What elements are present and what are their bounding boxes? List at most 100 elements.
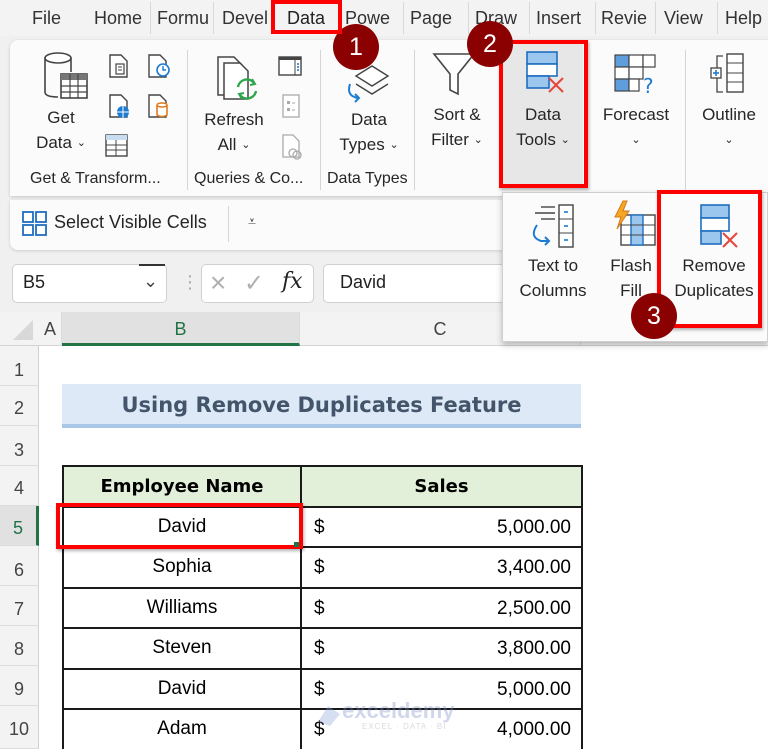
recent-sources-icon[interactable] xyxy=(146,53,172,79)
cell-name[interactable]: David xyxy=(62,667,302,710)
cell-sales[interactable]: $3,800.00 xyxy=(300,627,583,670)
cell-sales[interactable]: $2,500.00 xyxy=(300,586,583,629)
existing-connections-icon[interactable] xyxy=(146,93,172,119)
select-visible-cells-icon xyxy=(22,211,48,237)
cell-name[interactable]: Steven xyxy=(62,627,302,670)
highlight-data-tools xyxy=(499,40,588,188)
chevron-down-icon: ⌄ xyxy=(473,134,483,147)
table-row: Sophia $3,400.00 xyxy=(62,546,583,589)
tab-file[interactable]: File xyxy=(28,4,72,32)
row-header-9[interactable]: 9 xyxy=(0,666,39,706)
refresh-all-button[interactable]: Refresh All ⌄ xyxy=(199,107,269,158)
formula-bar-grip-icon[interactable]: ⋮ xyxy=(181,272,199,293)
currency-symbol: $ xyxy=(314,557,325,578)
row-header-2[interactable]: 2 xyxy=(0,386,39,426)
row-header-8[interactable]: 8 xyxy=(0,626,39,666)
sales-amount: 3,400.00 xyxy=(497,557,571,578)
qat-divider xyxy=(228,206,229,242)
sales-amount: 3,800.00 xyxy=(497,638,571,659)
step-badge-2: 2 xyxy=(467,21,513,67)
excel-window: File Home Formu Devel Data Powe Page Dra… xyxy=(0,0,768,749)
tab-review[interactable]: Revie xyxy=(597,4,651,32)
row-header-4[interactable]: 4 xyxy=(0,466,39,506)
select-all-corner[interactable] xyxy=(0,312,39,346)
customize-qat-icon[interactable]: ⩡ xyxy=(248,213,256,230)
currency-symbol: $ xyxy=(314,638,325,659)
flash-fill-icon xyxy=(607,199,657,249)
currency-symbol: $ xyxy=(314,678,325,700)
queries-connections-pane-icon[interactable] xyxy=(277,55,303,79)
from-table-range-icon[interactable] xyxy=(104,133,130,159)
forecast-button[interactable]: Forecast ⌄ xyxy=(597,102,675,153)
outline-icon xyxy=(709,52,749,98)
enter-icon[interactable]: ✓ xyxy=(244,268,264,300)
from-web-icon[interactable] xyxy=(107,93,133,119)
sales-amount: 5,000.00 xyxy=(497,678,571,700)
column-header-b[interactable]: B xyxy=(62,312,300,346)
row-header-1[interactable]: 1 xyxy=(0,346,39,386)
forecast-icon: ? xyxy=(613,53,663,99)
cell-sales[interactable]: $5,000.00 xyxy=(300,505,583,548)
row-header-10[interactable]: 10 xyxy=(0,706,39,749)
cell-sales[interactable]: $3,400.00 xyxy=(300,546,583,589)
group-label-data-types: Data Types xyxy=(327,170,408,187)
row-header-6[interactable]: 6 xyxy=(0,546,39,586)
column-header-a[interactable]: A xyxy=(39,312,62,346)
row-header-5[interactable]: 5 xyxy=(0,506,39,546)
chevron-down-icon: ⌄ xyxy=(389,139,399,152)
get-data-button[interactable]: Get Data ⌄ xyxy=(30,105,92,156)
sales-amount: 5,000.00 xyxy=(497,516,571,538)
ribbon-tab-bar: File Home Formu Devel Data Powe Page Dra… xyxy=(0,0,768,36)
sort-filter-button[interactable]: Sort & Filter ⌄ xyxy=(424,102,490,153)
table-header-row: Employee Name Sales xyxy=(62,465,583,508)
name-box[interactable]: B5 ⌄ xyxy=(12,264,167,303)
select-visible-cells-button[interactable]: Select Visible Cells xyxy=(54,212,207,233)
sales-amount: 2,500.00 xyxy=(497,597,571,619)
properties-icon[interactable] xyxy=(281,93,301,119)
edit-links-icon[interactable] xyxy=(280,133,304,161)
tab-formulas[interactable]: Formu xyxy=(153,4,211,32)
svg-text:?: ? xyxy=(643,74,654,98)
currency-symbol: $ xyxy=(314,597,325,619)
sheet-title: Using Remove Duplicates Feature xyxy=(62,384,581,428)
fill-handle[interactable] xyxy=(294,542,299,547)
name-box-value: B5 xyxy=(23,272,46,292)
formula-value: David xyxy=(340,272,387,292)
text-to-columns-button[interactable]: Text to Columns xyxy=(513,253,593,303)
group-label-get-transform: Get & Transform... xyxy=(30,170,161,187)
chevron-down-icon: ⌄ xyxy=(724,134,734,147)
tab-insert[interactable]: Insert xyxy=(532,4,594,32)
watermark-tagline: EXCEL · DATA · BI xyxy=(362,722,447,731)
formula-controls: × ✓ fx xyxy=(201,264,314,303)
row-header-7[interactable]: 7 xyxy=(0,586,39,626)
tab-view[interactable]: View xyxy=(660,4,712,32)
chevron-down-icon: ⌄ xyxy=(631,134,641,147)
cell-name[interactable]: Williams xyxy=(62,586,302,629)
header-employee-name[interactable]: Employee Name xyxy=(62,465,302,508)
table-row: Steven $3,800.00 xyxy=(62,627,583,670)
chevron-down-icon: ⌄ xyxy=(76,137,86,150)
tab-developer[interactable]: Devel xyxy=(218,4,274,32)
insert-function-icon[interactable]: fx xyxy=(282,269,303,294)
chevron-down-icon: ⌄ xyxy=(241,139,251,152)
text-to-columns-icon xyxy=(529,203,577,251)
header-sales[interactable]: Sales xyxy=(300,465,583,508)
step-badge-3: 3 xyxy=(631,293,677,339)
tab-page-layout[interactable]: Page xyxy=(406,4,464,32)
watermark-brand: exceldemy xyxy=(342,698,455,723)
row-header-3[interactable]: 3 xyxy=(0,426,39,466)
currency-symbol: $ xyxy=(314,516,325,538)
sales-amount: 4,000.00 xyxy=(497,719,571,740)
outline-button[interactable]: Outline ⌄ xyxy=(694,102,764,153)
data-types-button[interactable]: Data Types ⌄ xyxy=(334,107,404,158)
cell-name[interactable]: Adam xyxy=(62,708,302,749)
table-row: Williams $2,500.00 xyxy=(62,586,583,629)
name-box-chevron-icon[interactable]: ⌄ xyxy=(143,271,158,292)
group-label-queries-connections: Queries & Co... xyxy=(194,170,304,187)
watermark-logo-icon xyxy=(318,706,340,726)
tab-home[interactable]: Home xyxy=(90,4,148,32)
tab-help[interactable]: Help xyxy=(721,4,768,32)
cell-name[interactable]: Sophia xyxy=(62,546,302,589)
cancel-icon[interactable]: × xyxy=(210,267,226,299)
from-text-csv-icon[interactable] xyxy=(107,53,131,79)
